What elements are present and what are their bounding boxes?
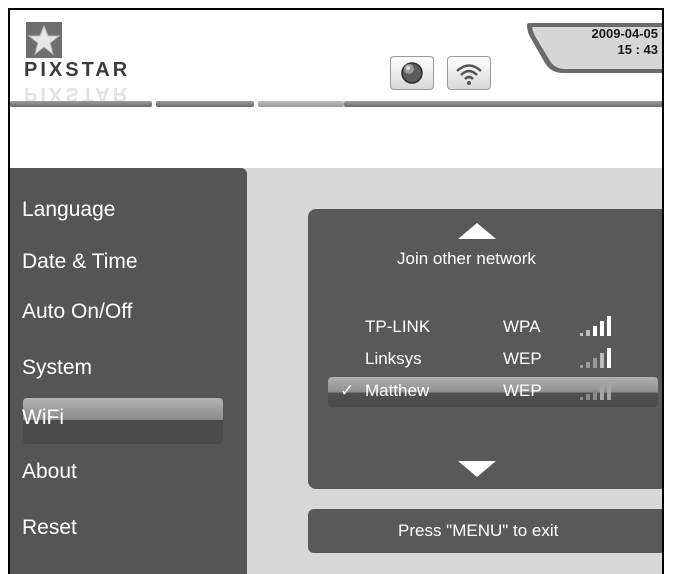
logo-wordmark: PIXSTAR [24, 59, 131, 81]
network-row-linksys[interactable]: Linksys WEP [328, 345, 658, 375]
signal-strength-icon [580, 380, 611, 400]
sidebar-item-language[interactable]: Language [22, 198, 115, 222]
star-icon [26, 22, 62, 58]
network-name: TP-LINK [365, 317, 431, 336]
header-divider [10, 101, 662, 107]
sidebar-item-system[interactable]: System [22, 356, 92, 380]
settings-sidebar: Language Date & Time Auto On/Off System … [10, 168, 247, 574]
sidebar-item-about[interactable]: About [22, 460, 77, 484]
date-label: 2009-04-05 [591, 26, 659, 41]
time-label: 15 : 43 [617, 42, 658, 57]
exit-hint-bar: Press "MENU" to exit [308, 509, 662, 553]
globe-button[interactable] [390, 56, 434, 90]
signal-strength-icon [580, 348, 611, 368]
globe-icon [401, 62, 423, 84]
sidebar-item-auto-on-off[interactable]: Auto On/Off [22, 300, 133, 324]
network-name: Matthew [365, 381, 430, 400]
signal-strength-icon [580, 316, 611, 336]
scroll-up-arrow-icon[interactable] [458, 223, 496, 239]
network-row-tp-link[interactable]: TP-LINK WPA [328, 313, 658, 343]
network-security: WEP [503, 381, 542, 400]
wifi-network-panel: Join other network TP-LINK WPA Linksys W… [308, 209, 662, 489]
sidebar-item-reset[interactable]: Reset [22, 516, 77, 540]
connected-check-icon: ✓ [340, 381, 355, 400]
sidebar-item-date-time[interactable]: Date & Time [22, 250, 138, 274]
network-security: WPA [503, 317, 541, 336]
pixstar-logo: PIXSTAR PIXSTAR [12, 18, 182, 108]
sidebar-item-wifi[interactable]: WiFi [22, 406, 64, 430]
wifi-button[interactable] [447, 56, 491, 90]
exit-hint-text: Press "MENU" to exit [398, 521, 559, 540]
network-row-matthew[interactable]: ✓ Matthew WEP [328, 377, 658, 407]
network-name: Linksys [365, 349, 422, 368]
wifi-icon [456, 64, 482, 85]
scroll-down-arrow-icon[interactable] [458, 461, 496, 477]
datetime-display: 2009-04-05 15 : 43 [519, 21, 662, 75]
device-screen: PIXSTAR PIXSTAR 2009-04-05 15 : 43 Langu… [8, 8, 664, 574]
join-other-network[interactable]: Join other network [397, 249, 536, 269]
network-security: WEP [503, 349, 542, 368]
